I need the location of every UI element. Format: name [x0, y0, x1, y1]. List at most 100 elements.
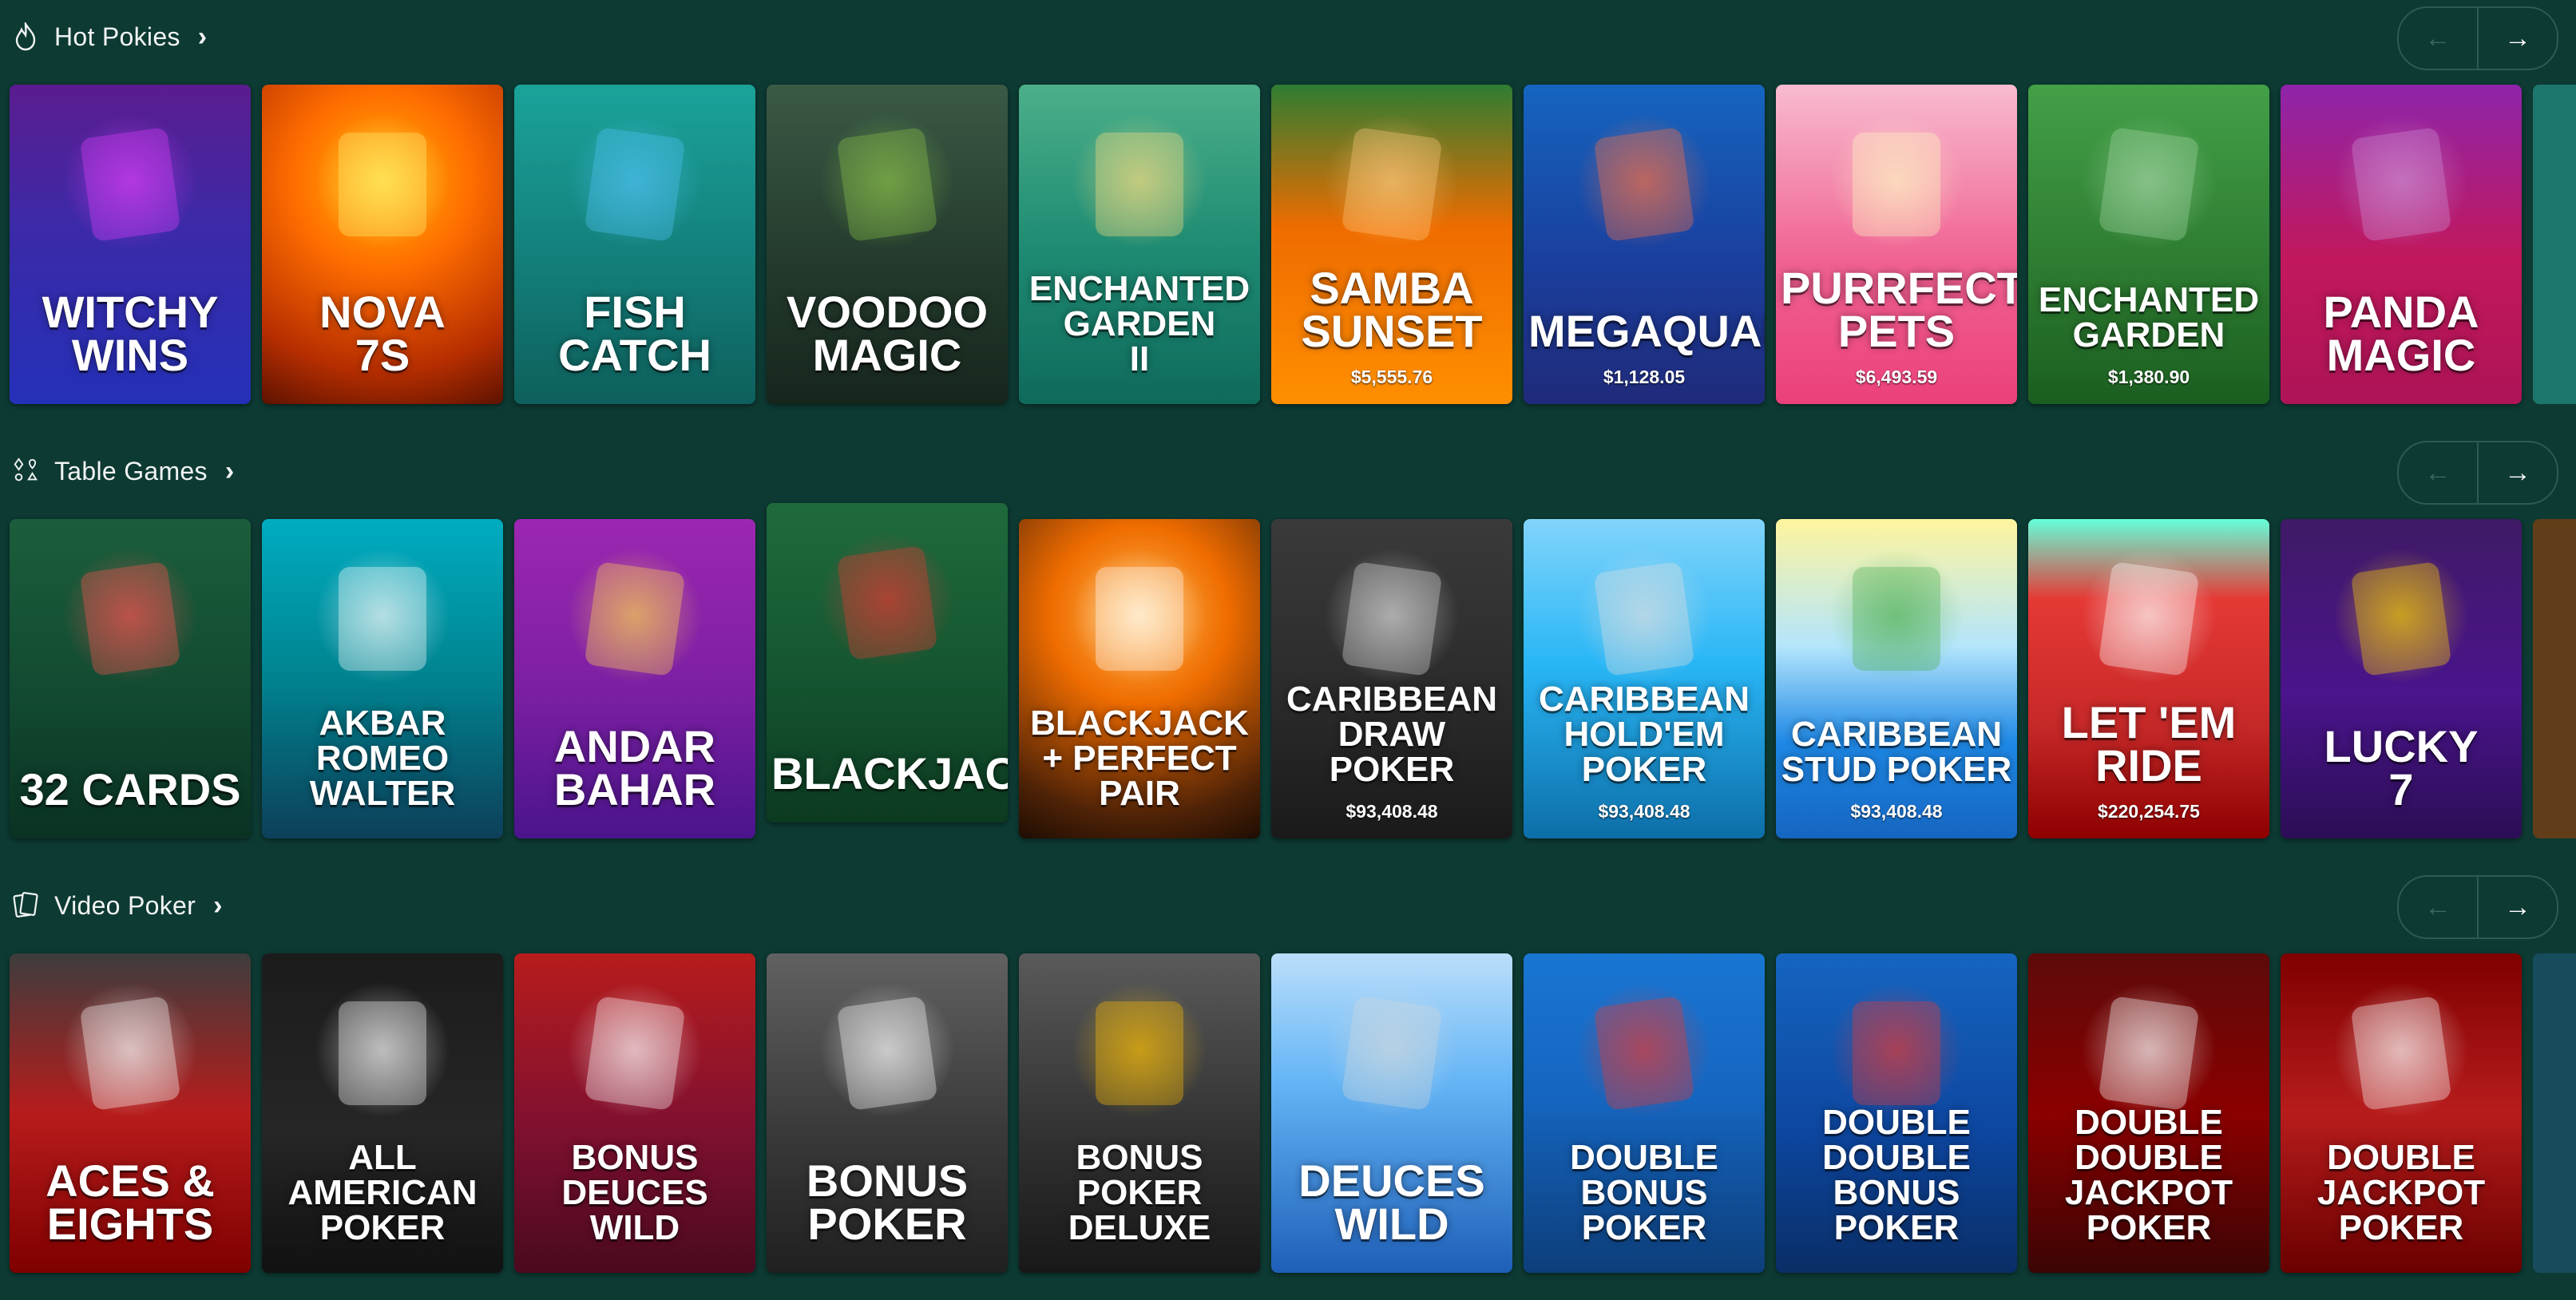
carousel-next-button[interactable]: → — [2477, 8, 2557, 69]
carousel-prev-button[interactable]: ← — [2399, 442, 2477, 503]
section-header-link[interactable]: Table Games › — [11, 447, 234, 495]
game-artwork-shape — [339, 1001, 426, 1105]
game-artwork — [1829, 982, 1964, 1118]
section-title: Video Poker — [54, 890, 196, 920]
carousel-next-button[interactable]: → — [2477, 877, 2557, 937]
game-artwork-shape — [1593, 995, 1695, 1112]
game-artwork — [819, 982, 955, 1118]
chevron-right-icon: › — [197, 21, 208, 52]
game-artwork — [2081, 548, 2217, 684]
game-artwork — [1829, 113, 1964, 249]
carousel-nav: ← → — [2397, 441, 2558, 505]
jackpot-amount: $1,380.90 — [2107, 367, 2190, 387]
game-tile-double-jackpot-poker[interactable]: Double Jackpot Poker — [2281, 953, 2522, 1273]
game-tile-megaquarium[interactable]: Megaquarium $1,128.05 — [1524, 85, 1765, 404]
game-artwork-shape — [1341, 995, 1443, 1112]
game-tile-bonus-deuces-wild[interactable]: Bonus Deuces Wild — [514, 953, 755, 1273]
game-title: Megaquarium — [1528, 306, 1765, 356]
game-tile-voodoo-magic[interactable]: Voodoo Magic — [767, 85, 1008, 404]
game-title: Blackjack + Perfect Pair — [1030, 704, 1249, 813]
game-title: Bonus Poker Deluxe — [1068, 1138, 1211, 1247]
game-tile-peek[interactable] — [2533, 85, 2576, 404]
game-tile-blackjack[interactable]: Blackjack — [767, 503, 1008, 822]
jackpot-amount: $1,128.05 — [1603, 367, 1686, 387]
jackpot-amount: $93,408.48 — [1598, 801, 1690, 822]
section-header-link[interactable]: Hot Pokies › — [11, 13, 207, 61]
game-title: Nova 7s — [319, 287, 446, 380]
game-tile-caribbean-draw-poker[interactable]: Caribbean Draw Poker $93,408.48 — [1271, 519, 1512, 838]
game-tile-purrfect-pets[interactable]: Purrfect Pets $6,493.59 — [1776, 85, 2017, 404]
game-artwork-shape — [836, 545, 938, 661]
game-title: Bonus Poker — [806, 1155, 969, 1249]
game-artwork — [315, 113, 450, 249]
game-tile-peek[interactable] — [2533, 953, 2576, 1273]
section-table-games: Table Games › ← → 32 Cards Akbar Romeo Walter… — [0, 434, 2576, 866]
game-tile-nova-7s[interactable]: Nova 7s — [262, 85, 503, 404]
game-artwork-shape — [1853, 1001, 1940, 1105]
game-title: Double Double Jackpot Poker — [2064, 1103, 2233, 1247]
game-title: Bonus Deuces Wild — [561, 1138, 708, 1247]
game-artwork — [567, 113, 703, 249]
game-title: Voodoo Magic — [786, 287, 989, 380]
game-title: Let 'Em Ride — [2061, 697, 2237, 791]
game-tile-blackjack-perfect-pair[interactable]: Blackjack + Perfect Pair — [1019, 519, 1260, 838]
game-title: Caribbean Draw Poker — [1286, 680, 1497, 789]
game-tile-bonus-poker-deluxe[interactable]: Bonus Poker Deluxe — [1019, 953, 1260, 1273]
arrow-left-icon: ← — [2424, 22, 2451, 54]
game-tile-peek[interactable] — [2533, 519, 2576, 838]
game-tile-double-double-bonus-poker[interactable]: Double Double Bonus Poker — [1776, 953, 2017, 1273]
game-artwork — [1072, 548, 1207, 684]
game-tile-double-bonus-poker[interactable]: Double Bonus Poker — [1524, 953, 1765, 1273]
game-tile-lucky-7[interactable]: Lucky 7 — [2281, 519, 2522, 838]
game-tile-samba-sunset[interactable]: Samba Sunset $5,555.76 — [1271, 85, 1512, 404]
flame-icon — [11, 22, 40, 51]
game-title: Aces & Eights — [46, 1155, 215, 1249]
game-artwork — [1576, 548, 1712, 684]
game-tile-let-em-ride[interactable]: Let 'Em Ride $220,254.75 — [2028, 519, 2269, 838]
game-artwork — [1324, 113, 1460, 249]
game-artwork — [315, 548, 450, 684]
chevron-right-icon: › — [213, 890, 223, 921]
game-tile-enchanted-garden[interactable]: Enchanted Garden $1,380.90 — [2028, 85, 2269, 404]
game-tile-fish-catch[interactable]: Fish Catch — [514, 85, 755, 404]
game-artwork-shape — [79, 126, 181, 243]
game-tile-deuces-wild[interactable]: Deuces Wild — [1271, 953, 1512, 1273]
game-artwork — [315, 982, 450, 1118]
game-title: Double Double Bonus Poker — [1822, 1103, 1971, 1247]
game-artwork — [2081, 113, 2217, 249]
game-artwork-shape — [836, 126, 938, 243]
game-tile-andar-bahar[interactable]: Andar Bahar — [514, 519, 755, 838]
section-header-link[interactable]: Video Poker › — [11, 882, 222, 929]
carousel-prev-button[interactable]: ← — [2399, 8, 2477, 69]
game-title: Enchanted Garden — [2038, 280, 2260, 355]
game-tile-all-american-poker[interactable]: All American Poker — [262, 953, 503, 1273]
game-artwork-shape — [2098, 126, 2200, 243]
carousel-next-button[interactable]: → — [2477, 442, 2557, 503]
game-tile-caribbean-hold-em-poker[interactable]: Caribbean Hold'em Poker $93,408.48 — [1524, 519, 1765, 838]
carousel-nav: ← → — [2397, 6, 2558, 70]
arrow-right-icon: → — [2504, 22, 2531, 54]
game-artwork-shape — [2350, 561, 2452, 677]
carousel-nav: ← → — [2397, 875, 2558, 939]
game-tile-bonus-poker[interactable]: Bonus Poker — [767, 953, 1008, 1273]
game-artwork-shape — [339, 133, 426, 236]
game-artwork-shape — [584, 995, 686, 1112]
game-tile-witchy-wins[interactable]: Witchy Wins — [10, 85, 251, 404]
game-artwork — [1576, 982, 1712, 1118]
game-tile-akbar-romeo-walter[interactable]: Akbar Romeo Walter — [262, 519, 503, 838]
game-artwork-shape — [836, 995, 938, 1112]
game-artwork — [1576, 113, 1712, 249]
game-tile-panda-magic[interactable]: Panda Magic — [2281, 85, 2522, 404]
jackpot-amount: $93,408.48 — [1850, 801, 1943, 822]
game-title: Purrfect Pets — [1781, 263, 2017, 356]
arrow-right-icon: → — [2504, 891, 2531, 922]
game-title: Enchanted Garden II — [1028, 269, 1250, 379]
game-tile-aces-eights[interactable]: Aces & Eights — [10, 953, 251, 1273]
carousel-prev-button[interactable]: ← — [2399, 877, 2477, 937]
arrow-left-icon: ← — [2424, 891, 2451, 922]
game-tile-32-cards[interactable]: 32 Cards — [10, 519, 251, 838]
game-tile-caribbean-stud-poker[interactable]: Caribbean Stud Poker $93,408.48 — [1776, 519, 2017, 838]
game-tile-double-double-jackpot-poker[interactable]: Double Double Jackpot Poker — [2028, 953, 2269, 1273]
game-tile-enchanted-garden-ii[interactable]: Enchanted Garden II — [1019, 85, 1260, 404]
game-artwork-shape — [1593, 126, 1695, 243]
